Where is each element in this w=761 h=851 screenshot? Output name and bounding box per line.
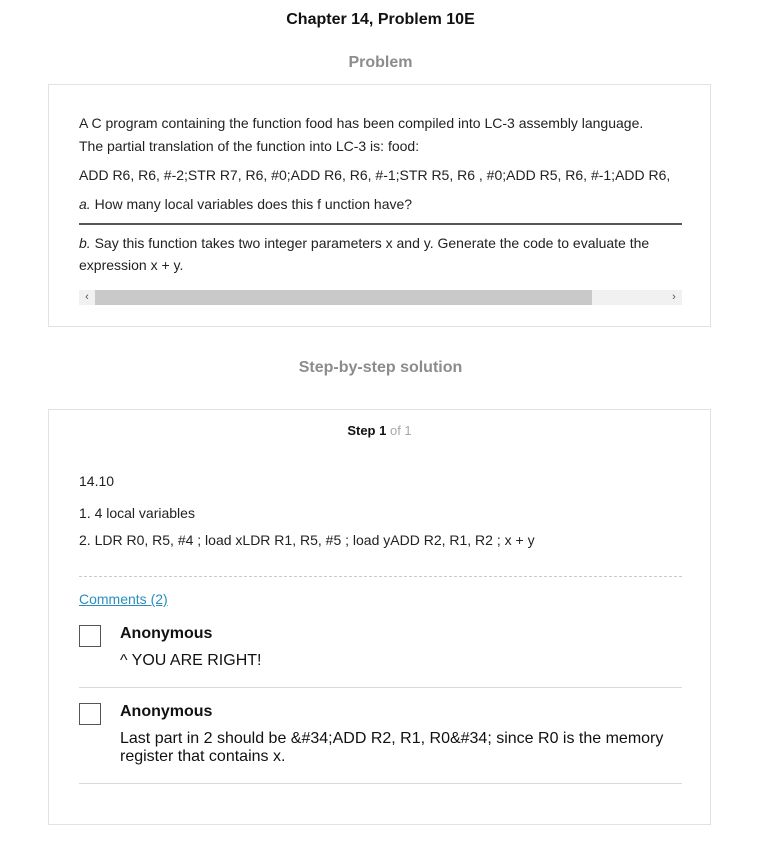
chapter-title: Chapter 14, Problem 10E	[286, 11, 475, 28]
comment-author: Anonymous	[120, 703, 213, 720]
step-label: Step 1	[347, 423, 387, 438]
problem-heading: Problem	[348, 54, 413, 71]
problem-part-b: b. Say this function takes two integer p…	[79, 232, 682, 276]
comment-checkbox[interactable]	[79, 625, 101, 647]
part-b-label: b.	[79, 235, 91, 251]
part-a-text: How many local variables does this f unc…	[90, 196, 413, 212]
problem-part-a: a. How many local variables does this f …	[79, 193, 682, 215]
comments-link[interactable]: Comments (2)	[79, 591, 168, 607]
comment-text: Last part in 2 should be &#34;ADD R2, R1…	[120, 730, 664, 765]
problem-card: A C program containing the function food…	[48, 84, 711, 327]
problem-intro-line1: A C program containing the function food…	[79, 115, 644, 131]
step-of: of 1	[389, 423, 412, 438]
part-a-label: a.	[79, 196, 91, 212]
problem-divider	[79, 223, 682, 225]
comment-author: Anonymous	[120, 625, 213, 642]
part-b-text: Say this function takes two integer para…	[79, 235, 650, 273]
comment-checkbox[interactable]	[79, 703, 101, 725]
comment-text: ^ YOU ARE RIGHT!	[120, 652, 262, 669]
scroll-left-icon[interactable]: ‹	[79, 290, 95, 305]
horizontal-scrollbar[interactable]: ‹ ›	[79, 290, 682, 305]
solution-answer-1: 1. 4 local variables	[79, 505, 195, 521]
solution-ref: 14.10	[79, 473, 115, 489]
scrollbar-thumb[interactable]	[95, 290, 592, 305]
scroll-right-icon[interactable]: ›	[666, 290, 682, 305]
problem-code-line: ADD R6, R6, #-2;STR R7, R6, #0;ADD R6, R…	[79, 167, 671, 183]
solution-card: Step 1 of 1 14.10 1. 4 local variables 2…	[48, 409, 711, 825]
solution-divider	[79, 576, 682, 577]
comment-separator	[79, 687, 682, 688]
solution-answer-2: 2. LDR R0, R5, #4 ; load xLDR R1, R5, #5…	[79, 532, 535, 548]
problem-intro-line2: The partial translation of the function …	[79, 138, 420, 154]
comment-separator	[79, 783, 682, 784]
step-indicator: Step 1 of 1	[49, 423, 710, 438]
solution-heading: Step-by-step solution	[298, 359, 463, 376]
